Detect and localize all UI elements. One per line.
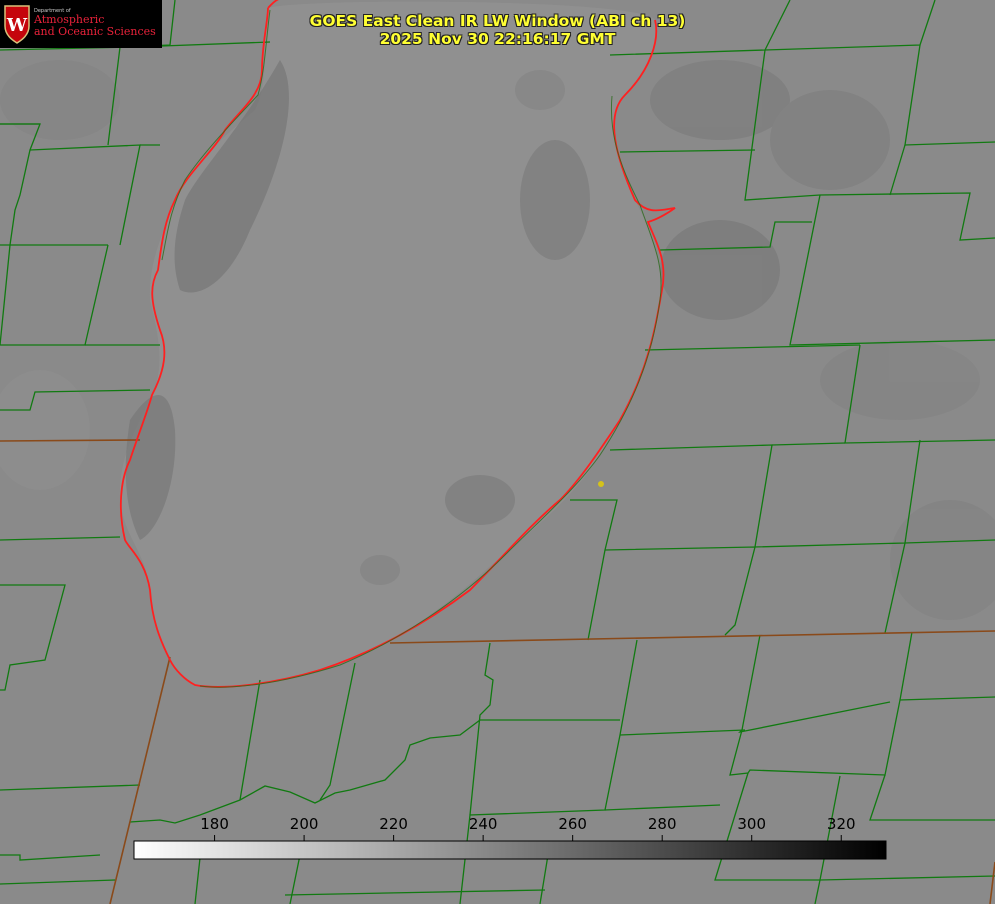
station-marker [598, 481, 604, 487]
colorbar-tick-label: 200 [289, 815, 319, 833]
colorbar-tick-label: 320 [826, 815, 856, 833]
colorbar-tick-label: 220 [379, 815, 408, 833]
colorbar-tick-label: 180 [200, 815, 229, 833]
colorbar-gradient [133, 840, 887, 860]
colorbar-tick-label: 280 [647, 815, 677, 833]
colorbar-tick-label: 240 [468, 815, 498, 833]
product-title: GOES East Clean IR LW Window (ABI ch 13) [309, 12, 686, 30]
satellite-map [0, 0, 995, 904]
colorbar-tick-label: 260 [558, 815, 587, 833]
image-timestamp: 2025 Nov 30 22:16:17 GMT [379, 30, 616, 48]
colorbar-tick-label: 300 [737, 815, 767, 833]
